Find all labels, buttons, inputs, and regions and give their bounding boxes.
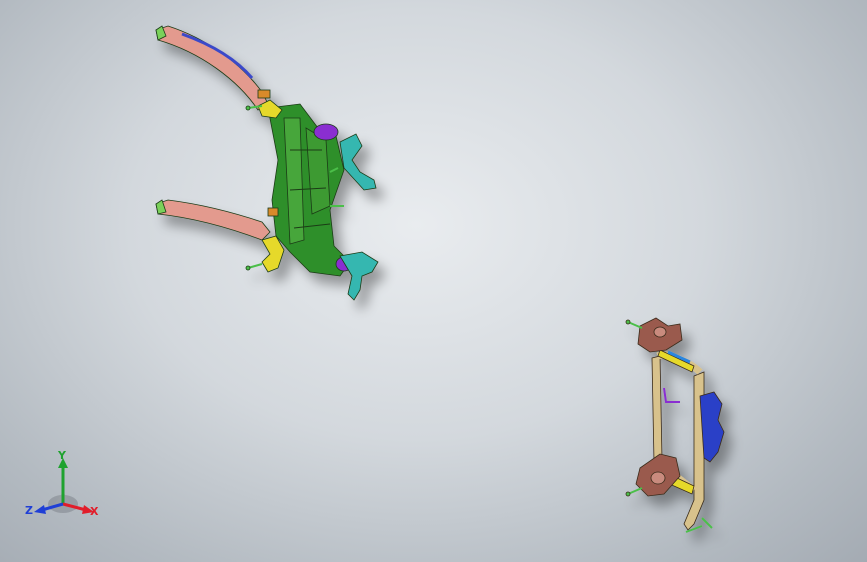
model-canvas[interactable] — [0, 0, 867, 562]
upper-knuckle[interactable] — [339, 133, 377, 191]
upper-orange-mount[interactable] — [257, 89, 271, 99]
triad-z-label: Z — [25, 504, 33, 517]
lower-orange-mount[interactable] — [267, 207, 279, 217]
blue-end-link[interactable] — [699, 391, 725, 463]
reference-triad[interactable]: Y Z X — [22, 448, 106, 524]
upper-bushing[interactable] — [313, 123, 339, 141]
rear-stabilizer-bar-assembly[interactable] — [625, 317, 725, 533]
lower-control-arm[interactable] — [155, 199, 271, 241]
front-subframe-assembly[interactable] — [155, 25, 379, 301]
graphics-viewport[interactable]: Y Z X — [0, 0, 867, 562]
triad-x-label: X — [90, 505, 99, 518]
triad-y-label: Y — [58, 449, 66, 462]
lower-knuckle[interactable] — [339, 251, 379, 301]
upper-control-arm[interactable] — [155, 25, 269, 111]
stabilizer-bar-left[interactable] — [651, 355, 663, 463]
